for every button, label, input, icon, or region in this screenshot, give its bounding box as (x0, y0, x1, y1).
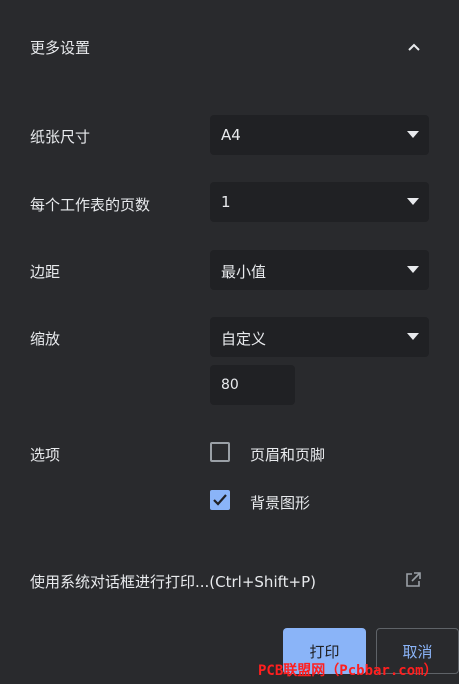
paper-size-label: 纸张尺寸 (30, 128, 91, 146)
dropdown-arrow-icon (407, 333, 419, 340)
margins-label: 边距 (30, 263, 61, 281)
dropdown-arrow-icon (407, 131, 419, 138)
pages-per-sheet-value: 1 (221, 193, 231, 211)
pages-per-sheet-label: 每个工作表的页数 (30, 196, 151, 214)
background-graphics-checkbox[interactable] (210, 490, 230, 510)
chevron-up-icon (408, 43, 420, 51)
system-dialog-link[interactable]: 使用系统对话框进行打印...(Ctrl+Shift+P) (30, 571, 316, 592)
margins-value: 最小值 (221, 263, 267, 281)
headers-footers-checkbox[interactable] (210, 442, 230, 462)
scale-label: 缩放 (30, 330, 61, 348)
more-settings-title: 更多设置 (30, 39, 91, 57)
scale-value: 自定义 (221, 330, 267, 348)
print-settings-panel: 更多设置 纸张尺寸 A4 每个工作表的页数 1 边距 最小值 缩放 自定义 选项… (0, 0, 459, 684)
dropdown-arrow-icon (407, 198, 419, 205)
background-graphics-label: 背景图形 (250, 494, 311, 512)
scale-select[interactable]: 自定义 (210, 317, 429, 357)
margins-select[interactable]: 最小值 (210, 250, 429, 290)
cancel-button[interactable]: 取消 (376, 628, 459, 674)
options-label: 选项 (30, 446, 61, 464)
paper-size-select[interactable]: A4 (210, 115, 429, 155)
paper-size-value: A4 (221, 126, 241, 144)
dropdown-arrow-icon (407, 266, 419, 273)
scale-custom-input[interactable] (210, 365, 295, 405)
open-in-new-icon[interactable] (404, 571, 422, 589)
print-button[interactable]: 打印 (283, 628, 366, 674)
pages-per-sheet-select[interactable]: 1 (210, 182, 429, 222)
collapse-button[interactable] (402, 36, 426, 58)
headers-footers-label: 页眉和页脚 (250, 446, 326, 464)
checkmark-icon (213, 494, 227, 506)
